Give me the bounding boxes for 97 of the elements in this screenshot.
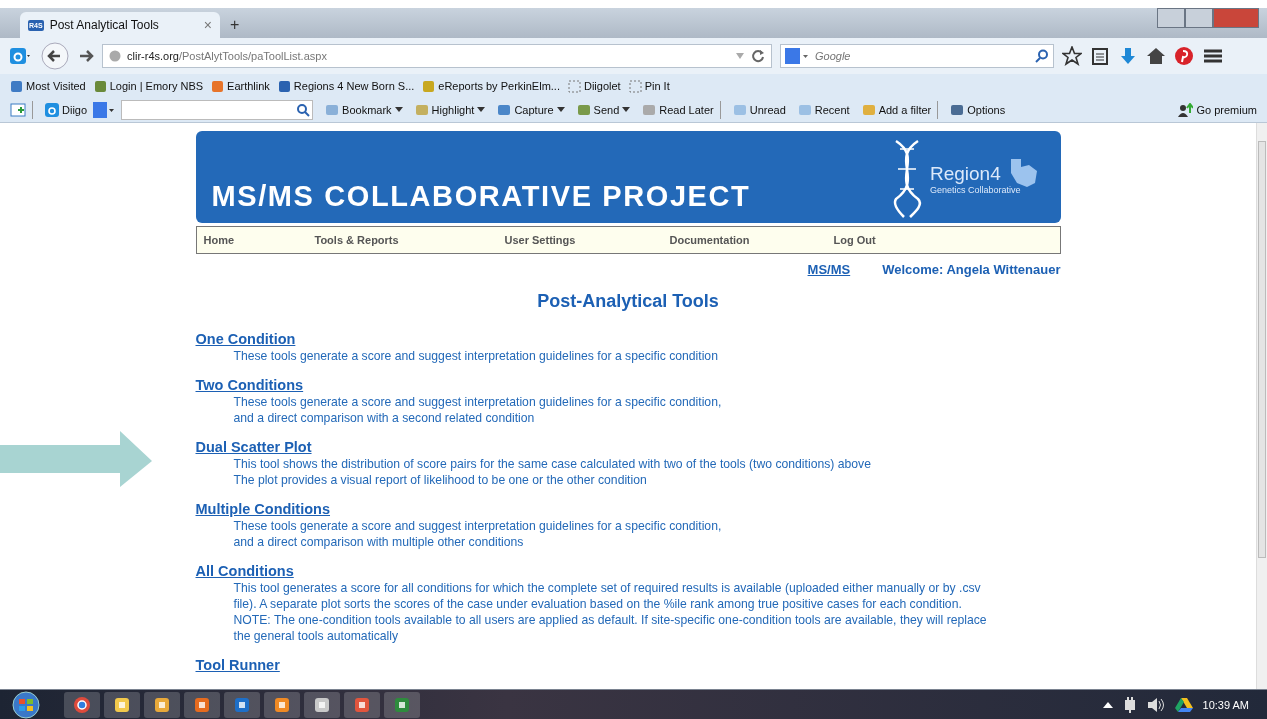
toolbar-item[interactable]: Recent (814, 104, 850, 116)
welcome-text: Welcome: Angela Wittenauer (882, 262, 1061, 277)
favicon-icon (10, 79, 23, 93)
tool-icon (497, 103, 512, 117)
clock: 10:39 AM (1202, 698, 1249, 711)
dashed-square-icon (628, 79, 642, 93)
diigo-search-field[interactable] (121, 100, 314, 120)
taskbar-app[interactable] (224, 691, 260, 718)
nav-link[interactable]: Documentation (662, 234, 827, 246)
taskbar-app[interactable] (104, 691, 140, 718)
tool-icon (732, 103, 747, 117)
tool-description: These tools generate a score and suggest interpretation guidelines for a specific condition, and a direct comparison with multiple other conditions (232, 518, 723, 550)
tool-description: These tools generate a score and suggest interpretation guidelines for a specific condition, and a direct comparison with a second related condition (232, 394, 723, 426)
app-icon (72, 694, 92, 715)
tool-link[interactable]: All Conditions (195, 563, 294, 579)
logo-subtitle: Genetics Collaborative (929, 185, 1021, 195)
caret-icon[interactable] (394, 107, 403, 113)
page-heading: Post-Analytical Tools (536, 291, 720, 312)
favicon-icon (277, 79, 291, 93)
context-link[interactable]: MS/MS (807, 262, 851, 277)
nav-link[interactable]: User Settings (497, 234, 663, 246)
premium-link[interactable]: Go premium (1196, 104, 1257, 116)
tray-arrow-icon[interactable] (1102, 700, 1113, 709)
favorites-link[interactable]: eReports by PerkinElm... (438, 80, 560, 92)
tool-link[interactable]: Multiple Conditions (195, 501, 330, 517)
tool-icon (642, 103, 657, 117)
toolbar-item[interactable]: Unread (749, 104, 786, 116)
reload-icon[interactable] (751, 49, 765, 63)
favorites-link[interactable]: Regions 4 New Born S... (293, 80, 415, 92)
toolbar-item[interactable]: Bookmark (342, 104, 392, 116)
nav-link[interactable]: Home (196, 234, 308, 246)
speaker-icon[interactable] (1146, 696, 1165, 713)
dashed-square-icon (567, 79, 581, 93)
diigo-menu[interactable]: Diigo (62, 104, 88, 116)
toolbar-item[interactable]: Capture (514, 104, 554, 116)
caret-icon[interactable] (477, 107, 486, 113)
logo-name: Region4 (929, 163, 1002, 185)
toolbar-item[interactable]: Options (967, 104, 1006, 116)
toolbar-item[interactable]: Send (593, 104, 620, 116)
tool-icon (576, 103, 591, 117)
tool-icon (950, 103, 965, 117)
toolbar-item[interactable]: Highlight (431, 104, 475, 116)
tool-link[interactable]: Dual Scatter Plot (195, 439, 312, 455)
forward-button[interactable] (78, 48, 94, 64)
taskbar-app[interactable] (304, 691, 340, 718)
star-icon[interactable] (1062, 46, 1082, 66)
tool-link[interactable]: Two Conditions (195, 377, 304, 393)
favorites-link[interactable]: Diigolet (583, 80, 621, 92)
tool-description: These tools generate a score and suggest interpretation guidelines for a specific condition (232, 348, 719, 364)
pin-icon[interactable] (1174, 46, 1194, 66)
favicon-icon (93, 79, 107, 93)
minimize-button[interactable] (1157, 8, 1185, 28)
favicon-icon (422, 79, 436, 93)
favorites-link[interactable]: Earthlink (227, 80, 270, 92)
home-icon[interactable] (1146, 46, 1166, 66)
toolbar-item[interactable]: Read Later (659, 104, 714, 116)
taskbar-app[interactable] (264, 691, 300, 718)
taskbar-app[interactable] (384, 691, 420, 718)
new-tab-button[interactable]: + (230, 16, 240, 34)
search-field[interactable]: Google (780, 44, 1054, 68)
favorites-link[interactable]: Pin It (644, 80, 670, 92)
clipboard-icon[interactable] (1090, 46, 1110, 66)
taskbar-app[interactable] (64, 691, 100, 718)
scrollbar[interactable] (1256, 123, 1267, 689)
tab-title: Post Analytical Tools (49, 18, 160, 32)
tool-link[interactable]: One Condition (195, 331, 296, 347)
favorites-link[interactable]: Login | Emory NBS (109, 80, 204, 92)
tool-icon (414, 103, 429, 117)
taskbar-app[interactable] (344, 691, 380, 718)
tool-description: This tool shows the distribution of score pairs for the same case calculated with two of the tools (two conditions) above The plot provides a visual report of likelihood to be one or the other condition (232, 456, 872, 488)
caret-icon[interactable] (622, 107, 631, 113)
tool-icon (861, 103, 876, 117)
tool-link[interactable]: Tool Runner (195, 657, 280, 673)
download-icon[interactable] (1118, 46, 1138, 66)
back-button[interactable] (40, 41, 70, 71)
taskbar-app[interactable] (184, 691, 220, 718)
user-upgrade-icon (1177, 103, 1194, 117)
search-icon[interactable] (1035, 49, 1049, 63)
tool-icon (325, 103, 340, 117)
taskbar-app[interactable] (144, 691, 180, 718)
sidebar-icon[interactable] (10, 102, 26, 118)
close-tab-button[interactable]: × (203, 17, 212, 33)
tool-icon (797, 103, 812, 117)
maximize-button[interactable] (1185, 8, 1213, 28)
toolbar-item[interactable]: Add a filter (878, 104, 932, 116)
diigo-icon (45, 103, 59, 117)
favicon-icon (211, 79, 225, 93)
drive-icon[interactable] (1174, 696, 1193, 713)
nav-link[interactable]: Tools & Reports (307, 234, 498, 246)
plug-icon[interactable] (1122, 696, 1137, 713)
favorites-link[interactable]: Most Visited (26, 80, 86, 92)
tool-description: This tool generates a score for all conditions for which the complete set of required results is available (uploaded either manually or by .csv file). A separate plot sorts the scores of the case under evaluation based on the %ile rank among true positive cases for each condition. NOTE: The one-condition tools available to all users are applied as default. If site-specific one-condition tools are available, they will replace the general tools automatically (232, 580, 988, 644)
address-bar[interactable]: clir-r4s.org/PostAlytTools/paToolList.aspx (102, 44, 772, 68)
banner-title: MS/MS COLLABORATIVE PROJECT (211, 180, 751, 213)
diigo-icon[interactable] (8, 46, 32, 66)
caret-icon[interactable] (556, 107, 565, 113)
nav-link[interactable]: Log Out (826, 234, 1034, 246)
